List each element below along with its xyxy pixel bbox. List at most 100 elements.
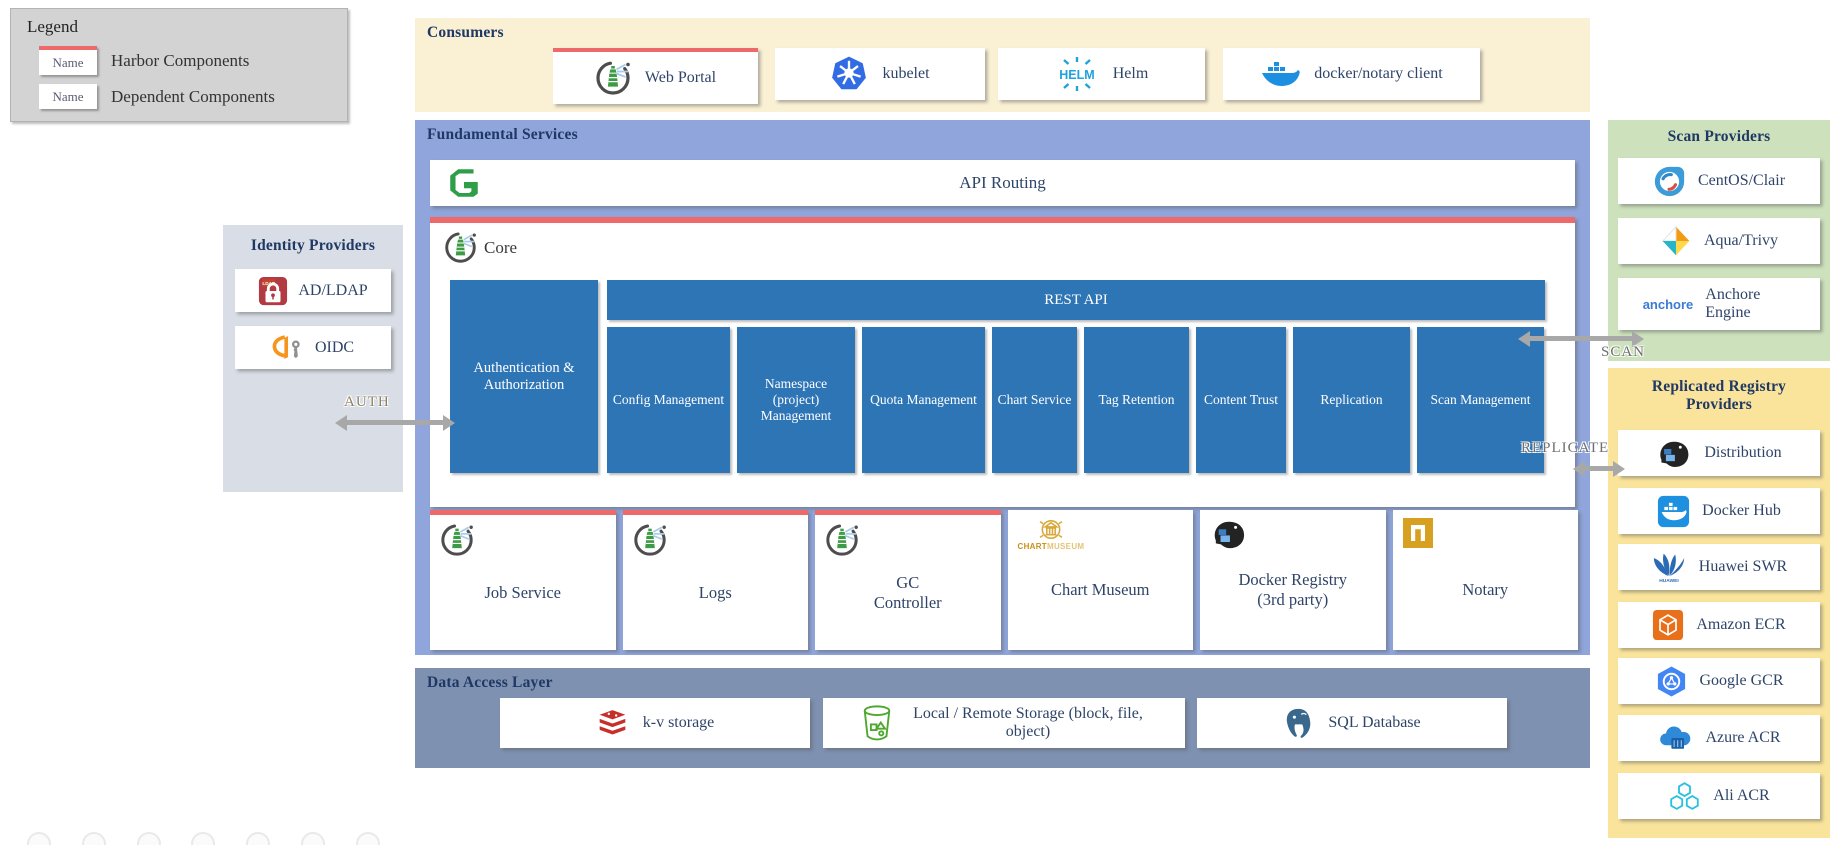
legend-label: Dependent Components — [111, 87, 275, 107]
anchore-icon: anchore — [1643, 297, 1694, 312]
docker-hub-label: Docker Hub — [1702, 502, 1781, 520]
chartmuseum-icon: CHARTMUSEUM — [1018, 518, 1085, 551]
anchore-engine-box: anchore Anchore Engine — [1618, 278, 1820, 330]
fundamental-services-title: Fundamental Services — [427, 126, 578, 144]
google-gcr-icon — [1655, 665, 1688, 698]
distribution-label: Distribution — [1704, 444, 1781, 462]
module-chart-service: Chart Service — [992, 327, 1077, 473]
distribution-icon — [1656, 438, 1692, 469]
docker-icon — [1260, 57, 1300, 91]
ali-acr-icon — [1668, 780, 1701, 813]
auth-arrow — [347, 420, 443, 425]
harbor-icon — [595, 60, 631, 96]
cropped-circle-decoration — [356, 832, 380, 845]
data-access-layer-title: Data Access Layer — [427, 674, 553, 692]
replicate-connection-label: REPLICATE — [1521, 440, 1609, 457]
core-box: Core Authentication & Authorization REST… — [430, 217, 1575, 507]
harbor-icon — [633, 523, 667, 557]
amazon-ecr-box: Amazon ECR — [1618, 602, 1820, 648]
web-portal-box: Web Portal — [553, 48, 758, 104]
kubelet-box: kubelet — [775, 48, 985, 100]
trivy-icon — [1660, 225, 1692, 257]
chart-museum-label: Chart Museum — [1051, 560, 1150, 600]
google-gcr-box: Google GCR — [1618, 658, 1820, 704]
scan-arrow — [1530, 336, 1632, 341]
azure-acr-icon — [1657, 723, 1693, 753]
notary-box: Notary — [1393, 510, 1579, 650]
scan-providers-title: Scan Providers — [1608, 128, 1830, 146]
core-modules-row: Config Management Namespace (project) Ma… — [607, 327, 1545, 473]
services-row: Job Service Logs GC Controller — [430, 510, 1578, 650]
distribution-icon — [1210, 518, 1248, 550]
amazon-ecr-label: Amazon ECR — [1696, 616, 1785, 634]
harbor-icon — [444, 231, 477, 264]
oidc-box: OIDC — [235, 326, 391, 369]
kubelet-label: kubelet — [882, 65, 929, 83]
google-gcr-label: Google GCR — [1700, 672, 1784, 690]
cropped-circle-decoration — [27, 832, 51, 845]
helm-icon: HELM — [1055, 54, 1099, 94]
local-remote-storage-label: Local / Remote Storage (block, file, obj… — [908, 705, 1148, 741]
helm-label: Helm — [1113, 65, 1149, 83]
data-access-layer-panel: Data Access Layer k-v storage — [415, 668, 1590, 768]
azure-acr-label: Azure ACR — [1705, 729, 1780, 747]
local-remote-storage-box: Local / Remote Storage (block, file, obj… — [823, 698, 1185, 748]
openid-icon — [272, 333, 305, 363]
distribution-box: Distribution — [1618, 430, 1820, 476]
module-config-management: Config Management — [607, 327, 730, 473]
legend-sample-dependent: Name — [39, 84, 97, 109]
ali-acr-label: Ali ACR — [1713, 787, 1769, 805]
huawei-swr-label: Huawei SWR — [1699, 558, 1787, 576]
harbor-architecture-diagram: Legend Name Harbor Components Name Depen… — [0, 0, 1838, 845]
web-portal-label: Web Portal — [645, 69, 716, 87]
replicated-registry-providers-title: Replicated Registry Providers — [1608, 378, 1830, 414]
sql-database-label: SQL Database — [1328, 714, 1420, 732]
api-routing-box: API Routing — [430, 160, 1575, 206]
kv-storage-label: k-v storage — [643, 714, 715, 732]
oidc-label: OIDC — [315, 339, 354, 357]
legend-item-dependent: Name Dependent Components — [39, 84, 347, 109]
core-header: Core — [444, 231, 517, 264]
anchore-engine-label: Anchore Engine — [1705, 286, 1795, 322]
kv-storage-box: k-v storage — [500, 698, 810, 748]
cropped-circle-decoration — [137, 832, 161, 845]
svg-text:HUAWEI: HUAWEI — [1659, 578, 1679, 583]
cropped-circle-decoration — [246, 832, 270, 845]
storage-bucket-icon — [860, 703, 894, 743]
core-label: Core — [484, 238, 517, 258]
scan-connection-label: SCAN — [1601, 344, 1645, 361]
gc-controller-box: GC Controller — [815, 510, 1001, 650]
legend-label: Harbor Components — [111, 51, 249, 71]
legend-panel: Legend Name Harbor Components Name Depen… — [10, 8, 348, 122]
ad-ldap-label: AD/LDAP — [298, 282, 367, 300]
module-tag-retention: Tag Retention — [1084, 327, 1189, 473]
rest-api-bar: REST API — [607, 280, 1545, 320]
notary-icon — [1403, 518, 1433, 548]
cropped-circle-decoration — [191, 832, 215, 845]
module-quota-management: Quota Management — [862, 327, 985, 473]
aqua-trivy-label: Aqua/Trivy — [1704, 232, 1778, 250]
replicated-registry-providers-panel: Replicated Registry Providers Distributi… — [1608, 368, 1830, 838]
cropped-circle-decoration — [82, 832, 106, 845]
chart-museum-box: CHARTMUSEUM Chart Museum — [1008, 510, 1194, 650]
replicate-arrow — [1585, 466, 1613, 471]
dockerhub-icon — [1657, 495, 1690, 528]
api-routing-label: API Routing — [959, 173, 1045, 193]
job-service-label: Job Service — [484, 563, 561, 603]
centos-clair-box: CentOS/Clair — [1618, 158, 1820, 204]
cropped-circle-decoration — [301, 832, 325, 845]
legend-sample-harbor: Name — [39, 46, 97, 75]
docker-registry-label: Docker Registry (3rd party) — [1225, 550, 1360, 610]
g-logo-icon — [446, 165, 482, 201]
postgresql-icon — [1283, 706, 1314, 741]
notary-label: Notary — [1462, 560, 1508, 600]
ldap-icon: LDAP — [258, 276, 288, 306]
fundamental-services-panel: Fundamental Services API Routing Core Au… — [415, 120, 1590, 655]
scan-providers-panel: Scan Providers CentOS/Clair Aqua/Trivy a… — [1608, 120, 1830, 361]
identity-providers-title: Identity Providers — [223, 237, 403, 255]
module-namespace-management: Namespace (project) Management — [737, 327, 855, 473]
sql-database-box: SQL Database — [1197, 698, 1507, 748]
docker-hub-box: Docker Hub — [1618, 488, 1820, 534]
consumers-title: Consumers — [427, 24, 504, 42]
docker-notary-client-box: docker/notary client — [1223, 48, 1480, 100]
